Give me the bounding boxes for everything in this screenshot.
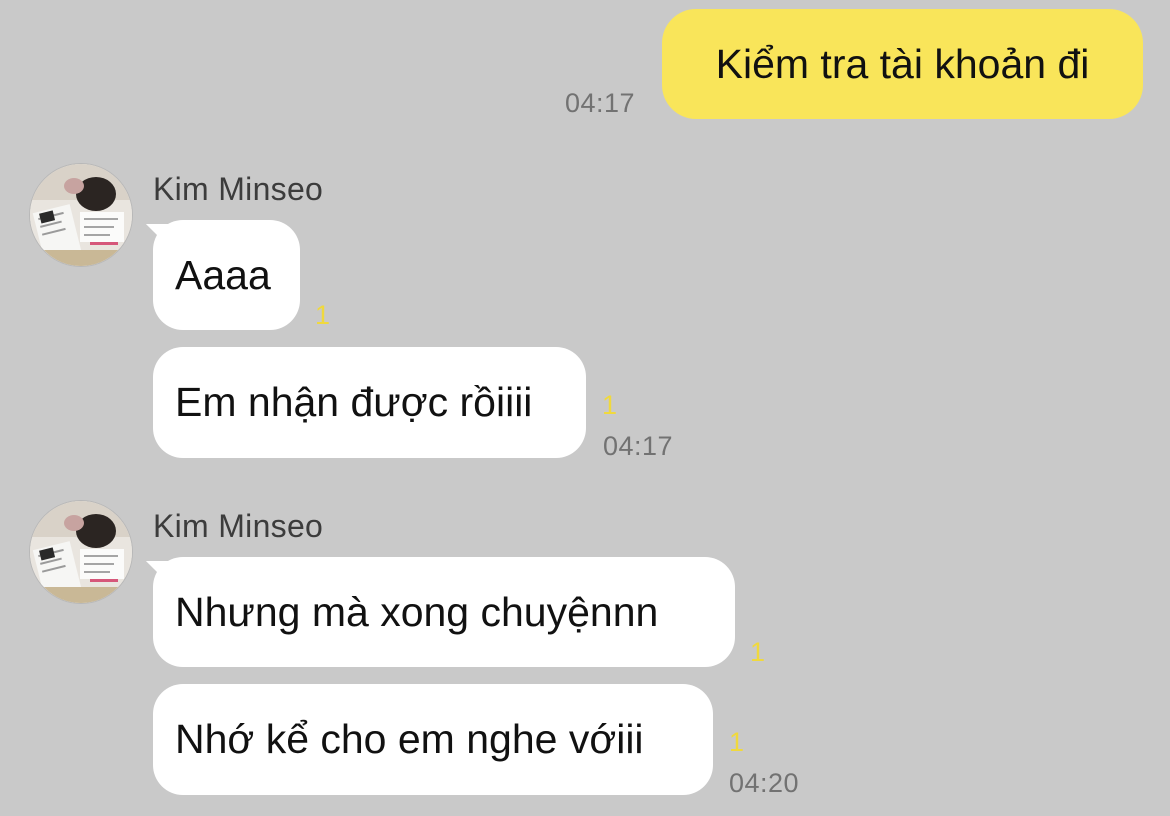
message-time: 04:17: [603, 431, 674, 461]
sender-avatar[interactable]: [29, 163, 133, 267]
message-text: Nhớ kể cho em nghe vớiii: [175, 716, 644, 762]
incoming-message-bubble[interactable]: Em nhận được rồiiii: [153, 347, 586, 458]
outgoing-message-bubble[interactable]: Kiểm tra tài khoản đi: [662, 9, 1143, 119]
profile-photo-avatar-icon: [30, 164, 132, 266]
unread-count: 1: [750, 637, 766, 667]
message-text: Aaaa: [175, 251, 271, 298]
sender-name: Kim Minseo: [153, 171, 324, 207]
message-text: Nhưng mà xong chuyệnnn: [175, 588, 659, 635]
sender-name: Kim Minseo: [153, 508, 324, 544]
sender-avatar[interactable]: [29, 500, 133, 604]
unread-count: 1: [602, 390, 618, 420]
message-text: Kiểm tra tài khoản đi: [715, 40, 1090, 87]
message-time: 04:17: [565, 88, 636, 118]
incoming-message-bubble[interactable]: Nhớ kể cho em nghe vớiii: [153, 684, 713, 795]
message-time: 04:20: [729, 768, 800, 798]
incoming-message-bubble[interactable]: Nhưng mà xong chuyệnnn: [153, 557, 735, 667]
message-text: Em nhận được rồiiii: [175, 379, 533, 425]
profile-photo-avatar-icon: [30, 501, 132, 603]
incoming-message-bubble[interactable]: Aaaa: [153, 220, 300, 330]
unread-count: 1: [315, 300, 331, 330]
unread-count: 1: [729, 727, 745, 757]
